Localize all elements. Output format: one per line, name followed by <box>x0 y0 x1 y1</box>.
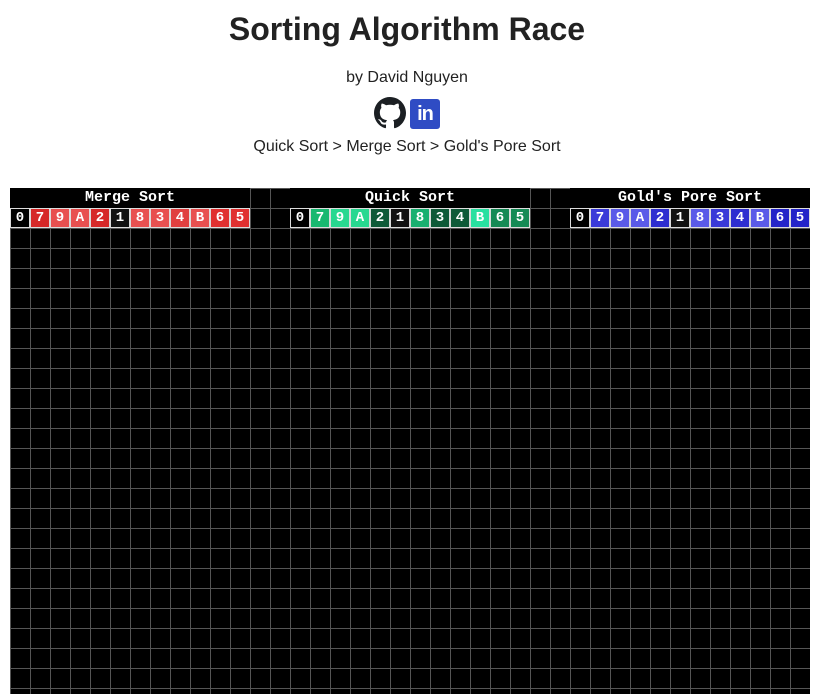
array-cell: B <box>190 208 210 228</box>
array-cell: B <box>750 208 770 228</box>
lane-quick-sort: Quick Sort 079A21834B65 <box>290 188 530 228</box>
array-cell: 7 <box>310 208 330 228</box>
array-cell: 9 <box>610 208 630 228</box>
array-cell: 2 <box>90 208 110 228</box>
array-cell: 8 <box>410 208 430 228</box>
array-cell: 2 <box>370 208 390 228</box>
array-cell: 8 <box>130 208 150 228</box>
lane-merge-sort: Merge Sort 079A21834B65 <box>10 188 250 228</box>
github-link[interactable] <box>374 97 406 129</box>
array-cell: 1 <box>670 208 690 228</box>
array-cell: 6 <box>210 208 230 228</box>
array-cell: A <box>70 208 90 228</box>
linkedin-icon: in <box>410 99 440 129</box>
array-row: 079A21834B65 <box>290 208 530 228</box>
array-cell: 8 <box>690 208 710 228</box>
array-cell: A <box>350 208 370 228</box>
array-cell: 4 <box>730 208 750 228</box>
array-cell: 3 <box>710 208 730 228</box>
array-cell: 5 <box>510 208 530 228</box>
array-cell: 5 <box>230 208 250 228</box>
page-title: Sorting Algorithm Race <box>228 11 586 47</box>
lane-title: Gold's Pore Sort <box>570 188 810 208</box>
race-ranking: Quick Sort > Merge Sort > Gold's Pore So… <box>253 138 561 155</box>
array-cell: 6 <box>770 208 790 228</box>
array-cell: 1 <box>110 208 130 228</box>
lane-title: Quick Sort <box>290 188 530 208</box>
array-cell: 6 <box>490 208 510 228</box>
array-cell: 1 <box>390 208 410 228</box>
github-icon <box>374 97 406 129</box>
array-cell: 5 <box>790 208 810 228</box>
array-cell: A <box>630 208 650 228</box>
array-cell: 7 <box>30 208 50 228</box>
linkedin-link[interactable]: in <box>410 97 440 129</box>
array-cell: 9 <box>330 208 350 228</box>
array-cell: 0 <box>10 208 30 228</box>
lane-title: Merge Sort <box>10 188 250 208</box>
array-row: 079A21834B65 <box>570 208 810 228</box>
array-cell: 4 <box>450 208 470 228</box>
array-cell: 3 <box>430 208 450 228</box>
race-board: Merge Sort 079A21834B65 Quick Sort 079A2… <box>10 188 810 694</box>
array-cell: 0 <box>570 208 590 228</box>
author-byline: by David Nguyen <box>346 69 468 86</box>
array-cell: B <box>470 208 490 228</box>
array-cell: 3 <box>150 208 170 228</box>
array-cell: 7 <box>590 208 610 228</box>
social-links: in <box>0 97 814 129</box>
array-row: 079A21834B65 <box>10 208 250 228</box>
array-cell: 9 <box>50 208 70 228</box>
array-cell: 2 <box>650 208 670 228</box>
lane-golds-pore-sort: Gold's Pore Sort 079A21834B65 <box>570 188 810 228</box>
array-cell: 4 <box>170 208 190 228</box>
array-cell: 0 <box>290 208 310 228</box>
